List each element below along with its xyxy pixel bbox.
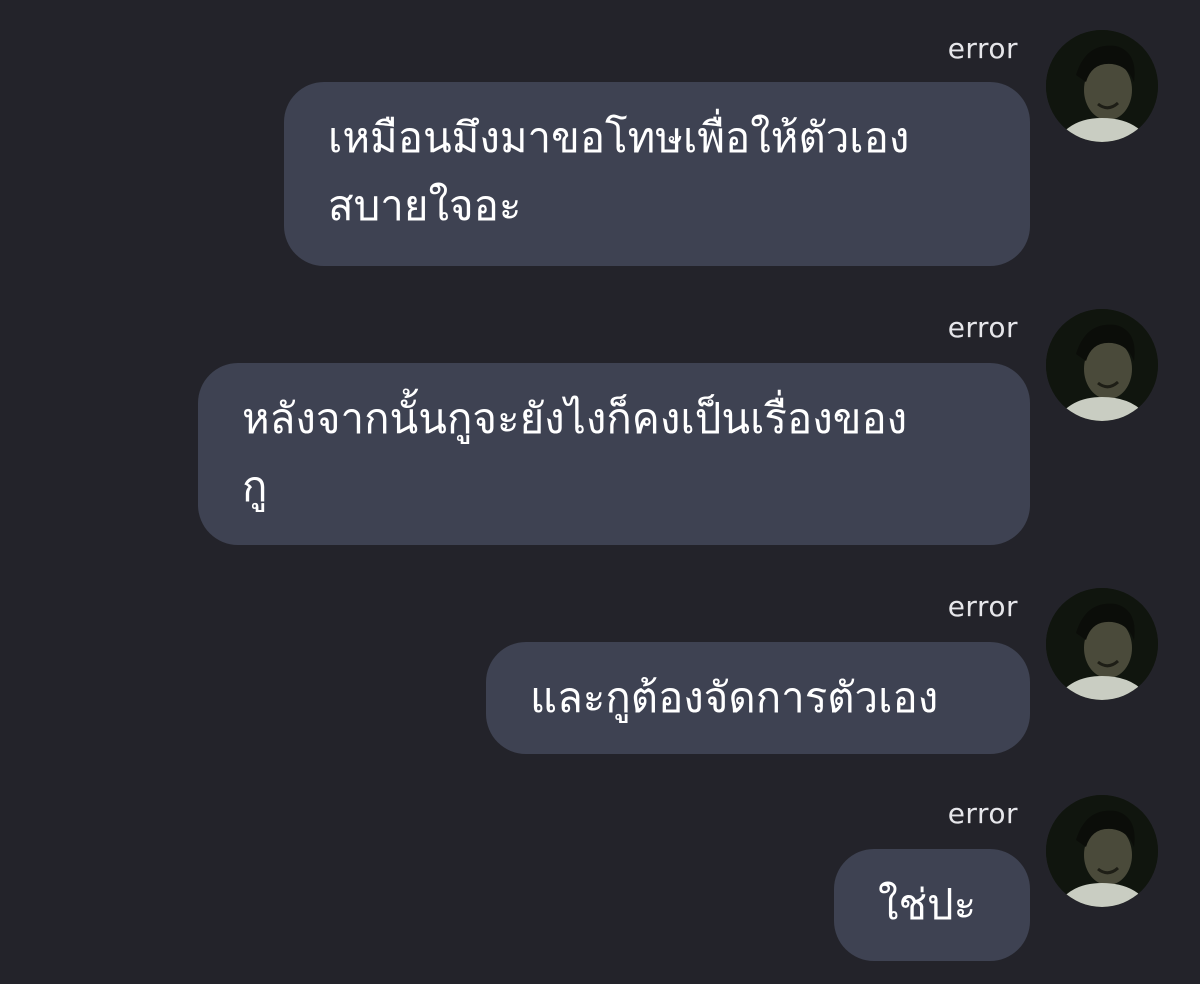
message-bubble[interactable]: เหมือนมึงมาขอโทษเพื่อให้ตัวเอง สบายใจอะ <box>284 82 1030 266</box>
chat-thread: error เหมือนมึงมาขอโทษเพื่อให้ตัวเอง สบา… <box>0 0 1200 984</box>
user-avatar-photo-icon[interactable] <box>1046 309 1158 421</box>
user-avatar-photo-icon[interactable] <box>1046 30 1158 142</box>
avatar-portrait-icon <box>1046 30 1158 142</box>
message-bubble[interactable]: หลังจากนั้นกูจะยังไงก็คงเป็นเรื่องของ กู <box>198 363 1030 545</box>
sender-name: error <box>947 311 1018 344</box>
sender-name: error <box>947 797 1018 830</box>
message-bubble[interactable]: ใช่ปะ <box>834 849 1030 961</box>
user-avatar-photo-icon[interactable] <box>1046 795 1158 907</box>
message-bubble[interactable]: และกูต้องจัดการตัวเอง <box>486 642 1030 754</box>
user-avatar-photo-icon[interactable] <box>1046 588 1158 700</box>
avatar-portrait-icon <box>1046 309 1158 421</box>
sender-name: error <box>947 32 1018 65</box>
sender-name: error <box>947 590 1018 623</box>
avatar-portrait-icon <box>1046 588 1158 700</box>
avatar-portrait-icon <box>1046 795 1158 907</box>
